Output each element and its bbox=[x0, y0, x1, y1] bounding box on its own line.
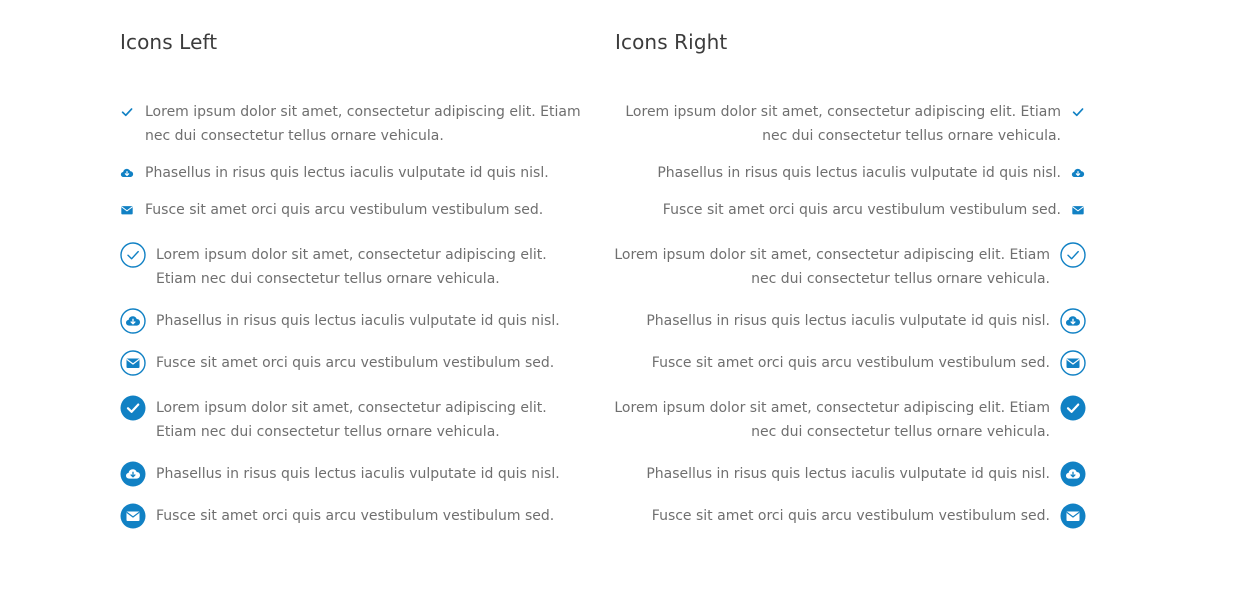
list-item: Lorem ipsum dolor sit amet, consectetur … bbox=[614, 242, 1086, 291]
envelope-icon bbox=[120, 202, 134, 218]
cloud-download-icon bbox=[120, 308, 146, 334]
list-item: Fusce sit amet orci quis arcu vestibulum… bbox=[616, 198, 1086, 246]
list-item-text: Phasellus in risus quis lectus iaculis v… bbox=[646, 466, 1050, 482]
list-item: Lorem ipsum dolor sit amet, consectetur … bbox=[120, 395, 590, 444]
check-icon bbox=[1060, 242, 1086, 268]
list-item-text: Phasellus in risus quis lectus iaculis v… bbox=[156, 313, 560, 329]
cloud-download-icon bbox=[1060, 461, 1086, 487]
list-item-text: Fusce sit amet orci quis arcu vestibulum… bbox=[156, 355, 555, 371]
list-item-text: Fusce sit amet orci quis arcu vestibulum… bbox=[651, 508, 1050, 524]
list-item: Lorem ipsum dolor sit amet, consectetur … bbox=[616, 100, 1086, 148]
check-icon bbox=[1071, 104, 1085, 120]
cloud-download-icon bbox=[120, 165, 134, 181]
list-item-text: Lorem ipsum dolor sit amet, consectetur … bbox=[156, 247, 547, 287]
list-item: Fusce sit amet orci quis arcu vestibulum… bbox=[120, 350, 590, 399]
list-item: Phasellus in risus quis lectus iaculis v… bbox=[616, 461, 1086, 510]
list-item-text: Fusce sit amet orci quis arcu vestibulum… bbox=[662, 202, 1061, 218]
cloud-download-icon bbox=[1060, 308, 1086, 334]
list-item: Fusce sit amet orci quis arcu vestibulum… bbox=[120, 503, 590, 552]
envelope-icon bbox=[120, 350, 146, 376]
list-item: Fusce sit amet orci quis arcu vestibulum… bbox=[616, 503, 1086, 552]
list-item-text: Phasellus in risus quis lectus iaculis v… bbox=[156, 466, 560, 482]
envelope-icon bbox=[1071, 202, 1085, 218]
list-item-text: Fusce sit amet orci quis arcu vestibulum… bbox=[156, 508, 555, 524]
list-item-text: Lorem ipsum dolor sit amet, consectetur … bbox=[614, 400, 1050, 440]
icons-left-heading: Icons Left bbox=[120, 30, 218, 54]
list-item: Lorem ipsum dolor sit amet, consectetur … bbox=[120, 100, 590, 148]
list-item: Phasellus in risus quis lectus iaculis v… bbox=[120, 308, 590, 357]
cloud-download-icon bbox=[1071, 165, 1085, 181]
cloud-download-icon bbox=[120, 461, 146, 487]
list-item: Lorem ipsum dolor sit amet, consectetur … bbox=[120, 242, 590, 291]
envelope-icon bbox=[120, 503, 146, 529]
list-item-text: Phasellus in risus quis lectus iaculis v… bbox=[646, 313, 1050, 329]
check-icon bbox=[120, 395, 146, 421]
list-item-text: Fusce sit amet orci quis arcu vestibulum… bbox=[145, 202, 544, 218]
icon-lists-demo: Icons Left Lorem ipsum dolor sit amet, c… bbox=[0, 0, 1249, 601]
list-item-text: Fusce sit amet orci quis arcu vestibulum… bbox=[651, 355, 1050, 371]
list-item-text: Phasellus in risus quis lectus iaculis v… bbox=[657, 165, 1061, 181]
envelope-icon bbox=[1060, 350, 1086, 376]
list-item-text: Lorem ipsum dolor sit amet, consectetur … bbox=[614, 247, 1050, 287]
list-item-text: Lorem ipsum dolor sit amet, consectetur … bbox=[145, 104, 581, 144]
list-item-text: Lorem ipsum dolor sit amet, consectetur … bbox=[156, 400, 547, 440]
check-icon bbox=[120, 242, 146, 268]
list-item: Phasellus in risus quis lectus iaculis v… bbox=[616, 308, 1086, 357]
list-item: Fusce sit amet orci quis arcu vestibulum… bbox=[120, 198, 590, 246]
list-item: Phasellus in risus quis lectus iaculis v… bbox=[120, 461, 590, 510]
check-icon bbox=[120, 104, 134, 120]
list-item-text: Lorem ipsum dolor sit amet, consectetur … bbox=[625, 104, 1061, 144]
envelope-icon bbox=[1060, 503, 1086, 529]
check-icon bbox=[1060, 395, 1086, 421]
list-item: Fusce sit amet orci quis arcu vestibulum… bbox=[616, 350, 1086, 399]
list-item-text: Phasellus in risus quis lectus iaculis v… bbox=[145, 165, 549, 181]
list-item: Lorem ipsum dolor sit amet, consectetur … bbox=[614, 395, 1086, 444]
icons-right-heading: Icons Right bbox=[615, 30, 728, 54]
